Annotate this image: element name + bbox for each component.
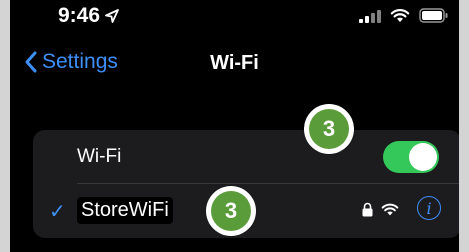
phone-screen: 9:46 Settings Wi-Fi Wi-Fi ✓ StoreWiFi i …	[10, 0, 459, 252]
lock-icon	[362, 202, 373, 217]
toggle-knob	[409, 143, 437, 171]
wifi-strength-icon	[381, 203, 399, 216]
callout-badge: 3	[304, 104, 354, 154]
callout-number: 3	[309, 109, 349, 149]
network-name: StoreWiFi	[77, 197, 173, 224]
callout-badge: 3	[206, 186, 256, 236]
callout-number: 3	[211, 191, 251, 231]
info-icon[interactable]: i	[417, 196, 441, 220]
status-icons	[359, 8, 449, 23]
status-time-text: 9:46	[58, 4, 101, 27]
page-title: Wi-Fi	[210, 52, 259, 74]
wifi-toggle-row: Wi-Fi	[33, 130, 459, 184]
checkmark-icon: ✓	[49, 201, 66, 223]
cellular-signal-icon	[359, 9, 381, 23]
battery-icon	[419, 8, 448, 23]
wifi-icon	[390, 9, 410, 22]
wifi-toggle-switch[interactable]	[383, 141, 439, 173]
wifi-toggle-label: Wi-Fi	[77, 146, 122, 167]
location-arrow-icon	[105, 9, 119, 23]
status-time: 9:46	[58, 4, 120, 28]
